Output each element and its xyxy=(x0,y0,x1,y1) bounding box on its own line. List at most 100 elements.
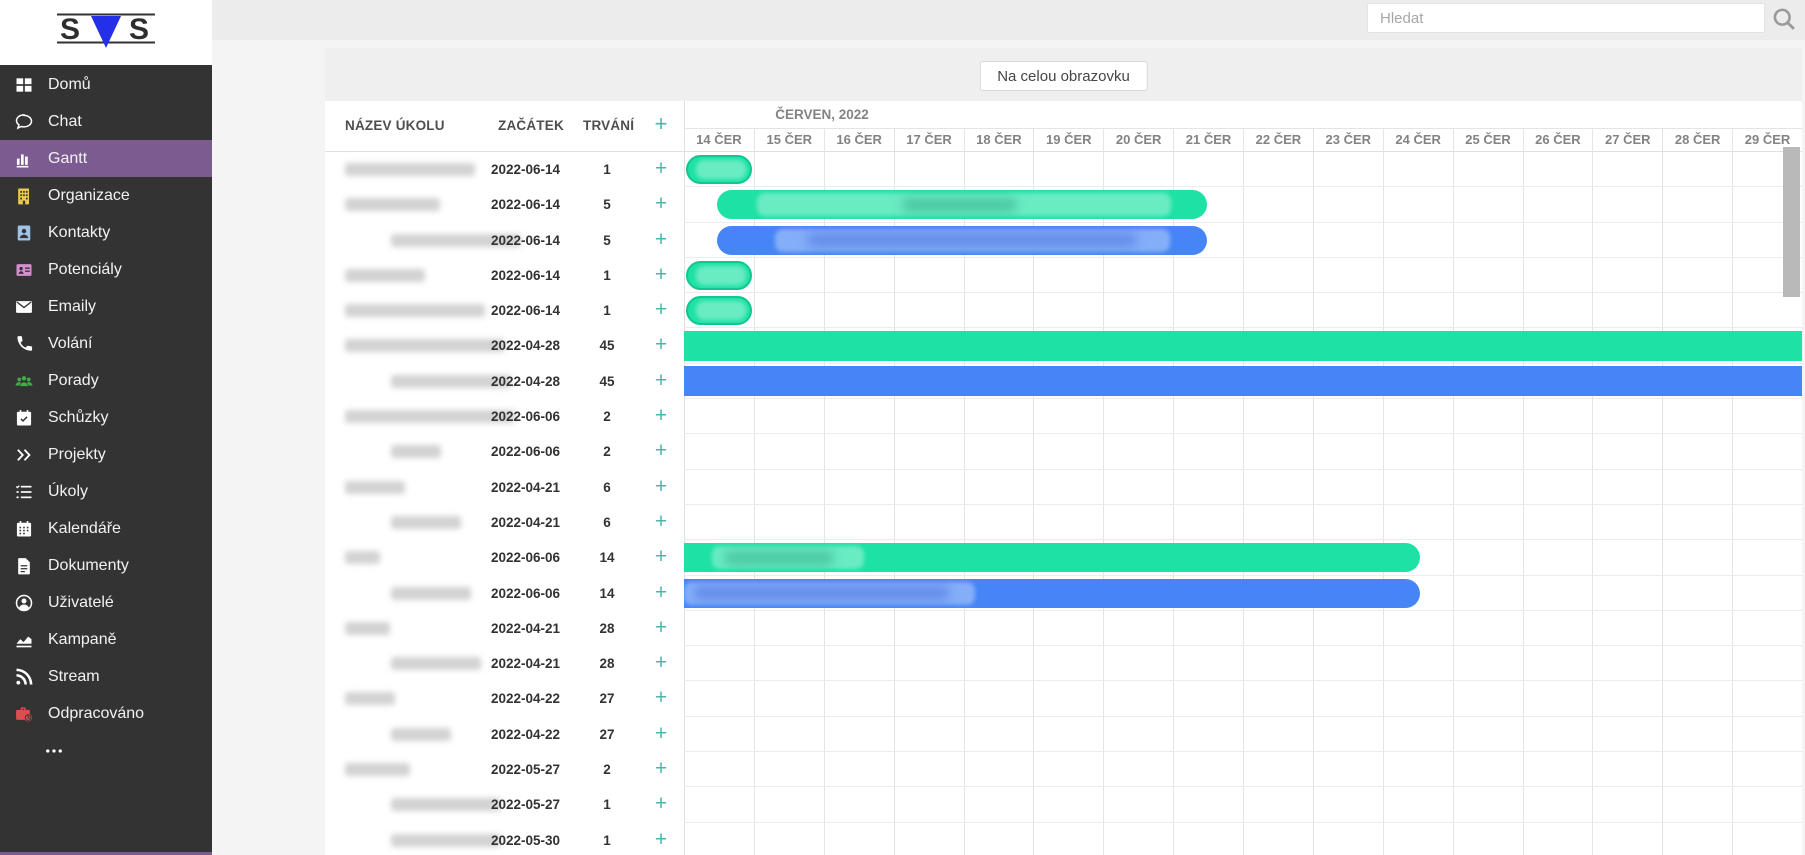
sidebar-item-kalendare[interactable]: Kalendáře xyxy=(0,510,212,547)
task-duration: 5 xyxy=(577,233,637,248)
gantt-bar[interactable] xyxy=(686,296,752,325)
sidebar-item-organizace[interactable]: Organizace xyxy=(0,177,212,214)
sidebar-item-stream[interactable]: Stream xyxy=(0,658,212,695)
contact-badge-icon xyxy=(14,223,34,243)
timeline-day-header: 20 ČER xyxy=(1103,129,1173,152)
gantt-row: 2022-06-141+ xyxy=(325,293,1802,328)
task-name-redacted[interactable] xyxy=(391,657,481,670)
add-subtask-button[interactable]: + xyxy=(641,792,681,816)
gantt-bar[interactable] xyxy=(684,543,1420,572)
sidebar-item-uzivatele[interactable]: Uživatelé xyxy=(0,584,212,621)
gantt-bar[interactable] xyxy=(686,261,752,290)
task-name-redacted[interactable] xyxy=(345,763,410,776)
sidebar-item-label: Volání xyxy=(48,335,92,353)
task-start-date: 2022-06-14 xyxy=(491,197,560,212)
task-name-redacted[interactable] xyxy=(391,516,461,529)
gantt-bar[interactable] xyxy=(684,366,1802,396)
search-input[interactable] xyxy=(1367,3,1765,33)
add-subtask-button[interactable]: + xyxy=(641,263,681,287)
task-name-redacted[interactable] xyxy=(391,728,451,741)
add-subtask-button[interactable]: + xyxy=(641,333,681,357)
sidebar-item-schuzky[interactable]: Schůzky xyxy=(0,399,212,436)
task-name-redacted[interactable] xyxy=(345,198,440,211)
add-subtask-button[interactable]: + xyxy=(641,404,681,428)
task-start-date: 2022-05-30 xyxy=(491,833,560,848)
sidebar-item-emaily[interactable]: Emaily xyxy=(0,288,212,325)
add-subtask-button[interactable]: + xyxy=(641,510,681,534)
gantt-row-chart-cell xyxy=(684,505,1802,540)
sidebar-item-ukoly[interactable]: Úkoly xyxy=(0,473,212,510)
vertical-scrollbar-thumb[interactable] xyxy=(1783,147,1800,297)
gantt-bar[interactable] xyxy=(684,579,1420,608)
magnifier-icon[interactable] xyxy=(1770,5,1798,33)
timeline-day-header: 21 ČER xyxy=(1173,129,1243,152)
task-name-redacted[interactable] xyxy=(345,551,380,564)
add-subtask-button[interactable]: + xyxy=(641,651,681,675)
add-subtask-button[interactable]: + xyxy=(641,192,681,216)
add-subtask-button[interactable]: + xyxy=(641,686,681,710)
gantt-row: 2022-04-216+ xyxy=(325,470,1802,505)
sidebar-item-more[interactable] xyxy=(0,732,212,769)
sidebar-item-porady[interactable]: Porady xyxy=(0,362,212,399)
gantt-row-chart-cell xyxy=(684,611,1802,646)
sidebar-item-dokumenty[interactable]: Dokumenty xyxy=(0,547,212,584)
task-duration: 27 xyxy=(577,691,637,706)
sidebar-item-chat[interactable]: Chat xyxy=(0,103,212,140)
task-name-redacted[interactable] xyxy=(345,410,515,423)
gantt-bar[interactable] xyxy=(686,155,752,184)
sidebar-item-projekty[interactable]: Projekty xyxy=(0,436,212,473)
task-name-redacted[interactable] xyxy=(391,834,501,847)
gantt-row-chart-cell xyxy=(684,787,1802,822)
add-subtask-button[interactable]: + xyxy=(641,616,681,640)
task-start-date: 2022-04-28 xyxy=(491,338,560,353)
task-name-redacted[interactable] xyxy=(345,163,475,176)
add-subtask-button[interactable]: + xyxy=(641,757,681,781)
sidebar-item-kampane[interactable]: Kampaně xyxy=(0,621,212,658)
gantt-bar[interactable] xyxy=(717,226,1207,255)
ellipsis-icon xyxy=(44,741,64,761)
task-name-redacted[interactable] xyxy=(345,269,425,282)
add-subtask-button[interactable]: + xyxy=(641,157,681,181)
gantt-row-chart-cell xyxy=(684,681,1802,716)
task-name-redacted[interactable] xyxy=(345,481,405,494)
add-subtask-button[interactable]: + xyxy=(641,298,681,322)
task-name-redacted[interactable] xyxy=(391,587,471,600)
sidebar-item-kontakty[interactable]: Kontakty xyxy=(0,214,212,251)
task-duration: 28 xyxy=(577,656,637,671)
task-name-redacted[interactable] xyxy=(345,339,505,352)
task-name-redacted[interactable] xyxy=(345,622,390,635)
sidebar-item-label: Porady xyxy=(48,372,99,390)
add-subtask-button[interactable]: + xyxy=(641,475,681,499)
column-header-start: ZAČÁTEK xyxy=(498,118,564,133)
task-name-redacted[interactable] xyxy=(391,798,501,811)
add-subtask-button[interactable]: + xyxy=(641,439,681,463)
task-name-redacted[interactable] xyxy=(345,692,395,705)
sidebar-item-volani[interactable]: Volání xyxy=(0,325,212,362)
sidebar-item-potencialy[interactable]: Potenciály xyxy=(0,251,212,288)
add-subtask-button[interactable]: + xyxy=(641,228,681,252)
add-subtask-button[interactable]: + xyxy=(641,369,681,393)
add-subtask-button[interactable]: + xyxy=(641,828,681,852)
task-duration: 14 xyxy=(577,586,637,601)
add-subtask-button[interactable]: + xyxy=(641,581,681,605)
sidebar-item-gantt[interactable]: Gantt xyxy=(0,140,212,177)
timeline-day-header: 22 ČER xyxy=(1243,129,1313,152)
sidebar-item-domu[interactable]: Domů xyxy=(0,66,212,103)
add-subtask-button[interactable]: + xyxy=(641,722,681,746)
gantt-bar[interactable] xyxy=(684,331,1802,361)
grid-icon xyxy=(14,75,34,95)
rss-icon xyxy=(14,667,34,687)
gantt-row: 2022-06-141+ xyxy=(325,152,1802,187)
add-subtask-button[interactable]: + xyxy=(641,545,681,569)
task-name-redacted[interactable] xyxy=(391,445,441,458)
gantt-bar[interactable] xyxy=(717,190,1207,219)
sidebar-item-label: Potenciály xyxy=(48,261,122,279)
sidebar-item-label: Odpracováno xyxy=(48,705,144,723)
fullscreen-button[interactable]: Na celou obrazovku xyxy=(979,61,1148,91)
gantt-row-chart-cell xyxy=(684,223,1802,258)
task-duration: 2 xyxy=(577,762,637,777)
task-name-redacted[interactable] xyxy=(345,304,485,317)
sidebar-item-label: Kalendáře xyxy=(48,520,121,538)
add-task-column-button[interactable]: + xyxy=(641,111,681,137)
sidebar-item-odpracovano[interactable]: Odpracováno xyxy=(0,695,212,732)
